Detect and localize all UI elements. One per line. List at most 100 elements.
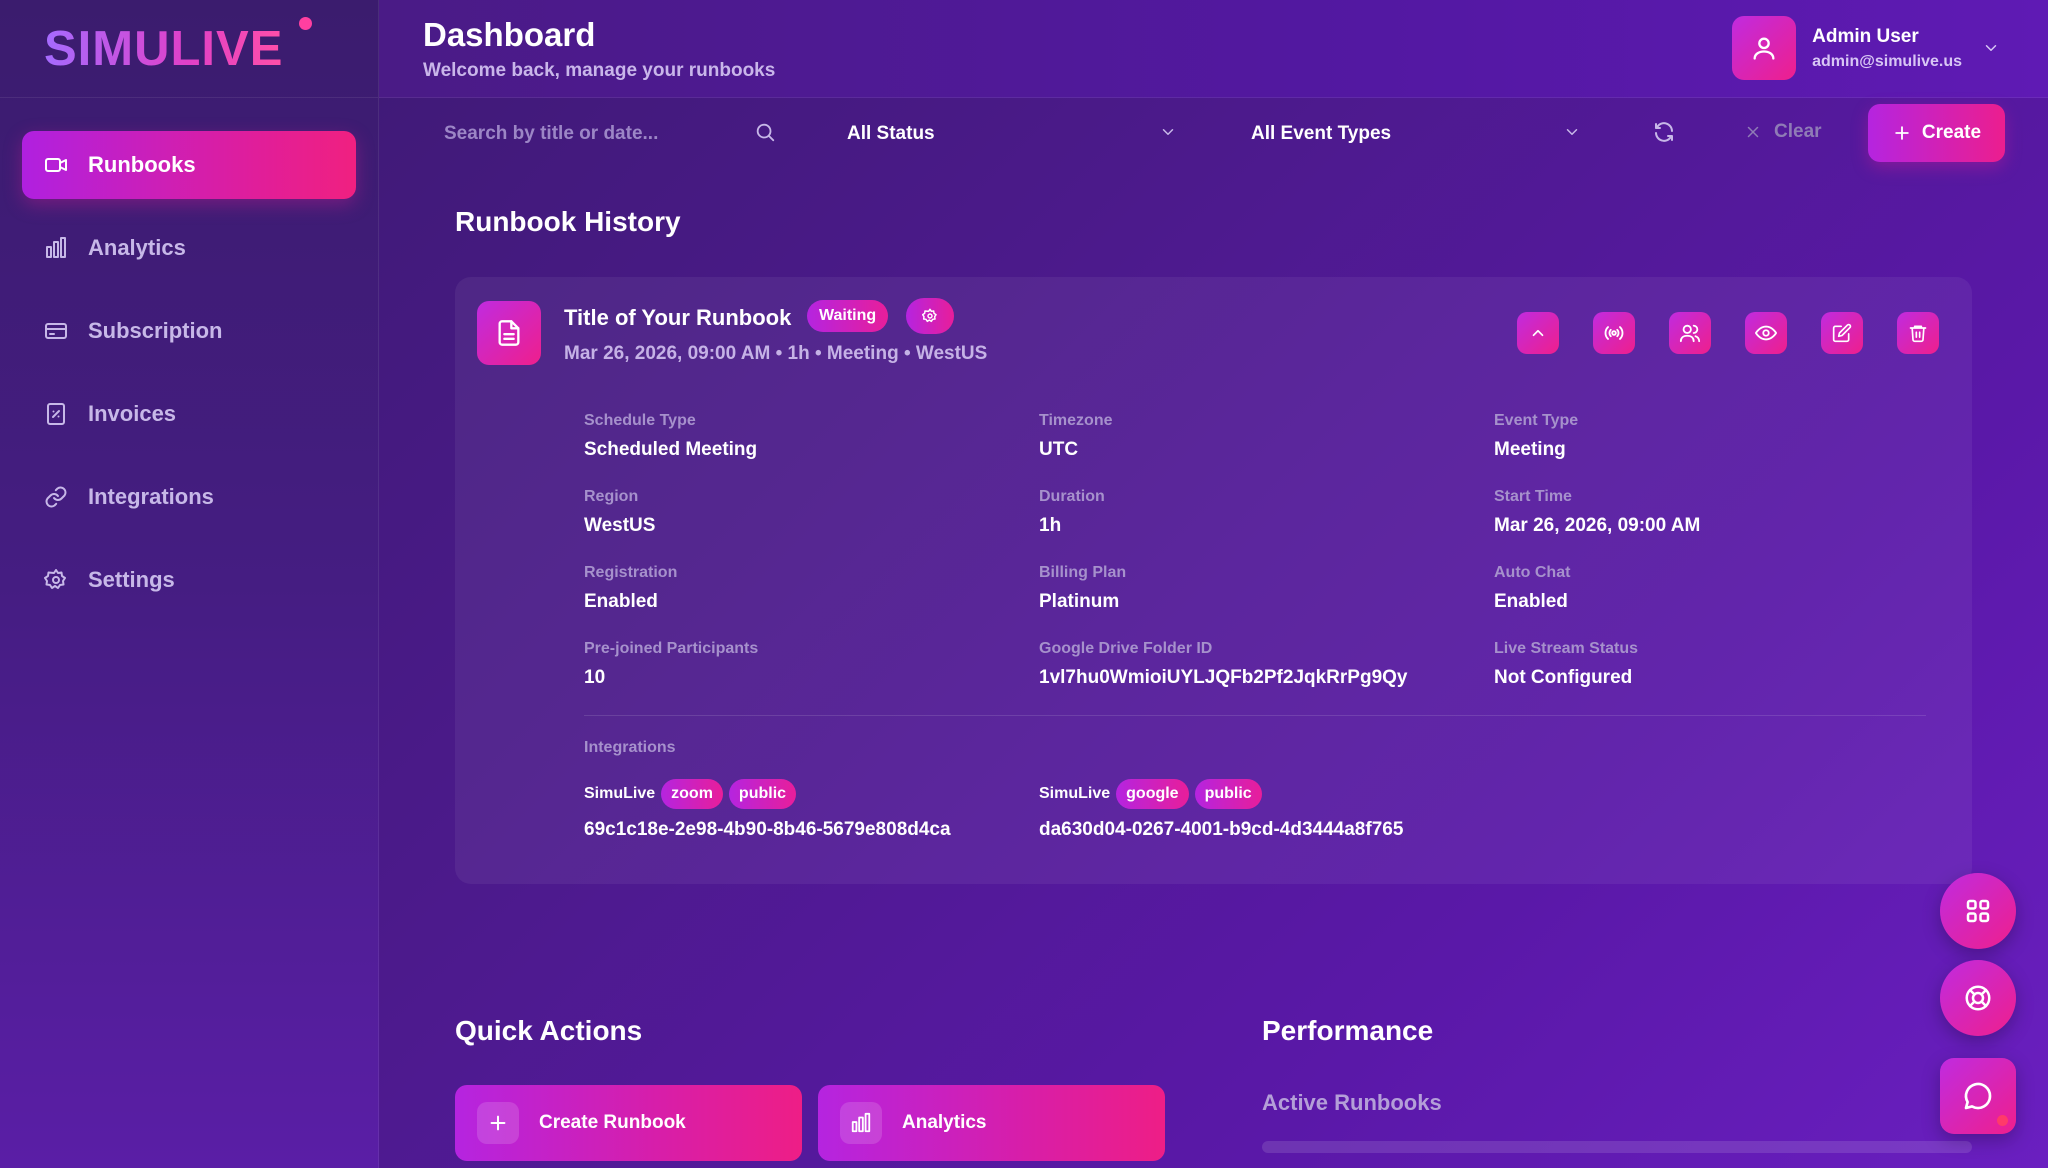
gear-icon (922, 308, 937, 323)
create-runbook-button[interactable]: Create Runbook (455, 1085, 802, 1161)
analytics-label: Analytics (902, 1112, 987, 1133)
sidebar-item-label: Integrations (88, 484, 214, 509)
receipt-icon (44, 402, 88, 426)
detail-value: Mar 26, 2026, 09:00 AM (1494, 515, 1701, 536)
performance-title: Performance (1262, 1015, 1434, 1046)
detail-value: Scheduled Meeting (584, 439, 758, 460)
runbook-title: Title of Your Runbook (564, 305, 792, 330)
detail-label: Billing Plan (1039, 564, 1127, 581)
sidebar-item-invoices[interactable]: Invoices (22, 380, 356, 448)
search-box (444, 121, 784, 147)
filter-toolbar: All Status All Event Types Clear Create (379, 99, 2048, 167)
status-filter-select[interactable]: All Status (847, 119, 1177, 149)
search-icon[interactable] (754, 121, 776, 148)
refresh-icon[interactable] (1652, 120, 1676, 149)
participants-button[interactable] (1669, 312, 1711, 354)
event-type-filter-select[interactable]: All Event Types (1251, 119, 1581, 149)
delete-button[interactable] (1897, 312, 1939, 354)
detail-field: Event Type Meeting (1494, 412, 1578, 461)
chevron-up-icon (1532, 329, 1544, 337)
quick-actions-title: Quick Actions (455, 1015, 643, 1046)
credit-card-icon (44, 319, 88, 343)
detail-field: Pre-joined Participants 10 (584, 640, 758, 689)
plus-icon (477, 1102, 519, 1144)
integration-name: SimuLive (1039, 785, 1111, 802)
detail-field: Live Stream Status Not Configured (1494, 640, 1638, 689)
sidebar-item-integrations[interactable]: Integrations (22, 463, 356, 531)
chevron-down-icon[interactable] (1982, 39, 2000, 57)
integration-item: SimuLive google public da630d04-0267-400… (1039, 777, 1403, 841)
header: Dashboard Welcome back, manage your runb… (379, 0, 2048, 98)
chat-fab[interactable] (1940, 1058, 2016, 1134)
detail-field: Duration 1h (1039, 488, 1105, 537)
sidebar-item-analytics[interactable]: Analytics (22, 214, 356, 282)
clear-label: Clear (1774, 121, 1822, 142)
detail-field: Billing Plan Platinum (1039, 564, 1126, 613)
plus-icon (1895, 126, 1909, 140)
sidebar-nav: Runbooks Analytics Subscription Invoices… (0, 98, 378, 614)
runbook-settings-button[interactable] (906, 298, 954, 334)
page-subtitle: Welcome back, manage your runbooks (423, 60, 776, 81)
integration-id: 69c1c18e-2e98-4b90-8b46-5679e808d4ca (584, 819, 951, 840)
logo[interactable]: SIMULIVE (44, 21, 283, 77)
detail-value: Enabled (584, 591, 658, 612)
status-badge: Waiting (807, 300, 889, 332)
detail-value: Platinum (1039, 591, 1120, 612)
user-info: Admin User admin@simulive.us (1812, 26, 1962, 71)
user-menu[interactable]: Admin User admin@simulive.us (1732, 16, 2000, 80)
detail-value: Not Configured (1494, 667, 1633, 688)
chevron-down-icon (1563, 123, 1581, 147)
video-icon (44, 153, 88, 177)
detail-value: WestUS (584, 515, 656, 536)
runbook-history-title: Runbook History (455, 206, 681, 237)
integration-item: SimuLive zoom public 69c1c18e-2e98-4b90-… (584, 777, 951, 841)
detail-field: Google Drive Folder ID 1vl7hu0WmioiUYLJQ… (1039, 640, 1408, 689)
detail-value: 10 (584, 667, 606, 688)
active-runbooks-bar (1262, 1141, 1972, 1153)
edit-button[interactable] (1821, 312, 1863, 354)
gear-icon (44, 568, 88, 592)
document-icon (477, 301, 541, 365)
detail-label: Schedule Type (584, 412, 696, 429)
logo-dot (299, 17, 312, 30)
detail-value: Meeting (1494, 439, 1566, 460)
user-email: admin@simulive.us (1812, 52, 1962, 70)
integrations-label: Integrations (584, 739, 676, 756)
create-label: Create (1921, 122, 1982, 143)
page-title: Dashboard (423, 16, 596, 53)
apps-fab[interactable] (1940, 873, 2016, 949)
integration-id: da630d04-0267-4001-b9cd-4d3444a8f765 (1039, 819, 1404, 840)
detail-field: Registration Enabled (584, 564, 677, 613)
detail-label: Registration (584, 564, 678, 581)
detail-label: Google Drive Folder ID (1039, 640, 1213, 657)
support-fab[interactable] (1940, 960, 2016, 1036)
view-button[interactable] (1745, 312, 1787, 354)
broadcast-icon (1604, 326, 1624, 340)
sidebar-item-subscription[interactable]: Subscription (22, 297, 356, 365)
detail-label: Auto Chat (1494, 564, 1571, 581)
analytics-button[interactable]: Analytics (818, 1085, 1165, 1161)
sidebar-item-label: Invoices (88, 401, 177, 426)
divider (584, 715, 1926, 716)
eye-icon (1755, 325, 1777, 341)
integration-tag: public (1194, 779, 1262, 809)
runbook-card[interactable]: Title of Your Runbook Waiting Mar 26, 20… (455, 277, 1972, 884)
sidebar-item-label: Settings (88, 567, 175, 592)
chat-icon (1964, 1082, 1992, 1110)
detail-field: Schedule Type Scheduled Meeting (584, 412, 757, 461)
broadcast-button[interactable] (1593, 312, 1635, 354)
avatar[interactable] (1732, 16, 1797, 80)
link-icon (44, 485, 88, 509)
create-runbook-label: Create Runbook (539, 1112, 686, 1133)
detail-label: Duration (1039, 488, 1105, 505)
sidebar-item-settings[interactable]: Settings (22, 546, 356, 614)
create-button[interactable]: Create (1868, 104, 2005, 162)
detail-value: Enabled (1494, 591, 1568, 612)
detail-field: Auto Chat Enabled (1494, 564, 1570, 613)
chevron-down-icon (1159, 123, 1177, 147)
sidebar-item-runbooks[interactable]: Runbooks (22, 131, 356, 199)
event-type-filter-value: All Event Types (1251, 123, 1392, 144)
search-input[interactable] (444, 121, 784, 147)
collapse-button[interactable] (1517, 312, 1559, 354)
clear-button[interactable]: Clear (1744, 121, 1822, 143)
